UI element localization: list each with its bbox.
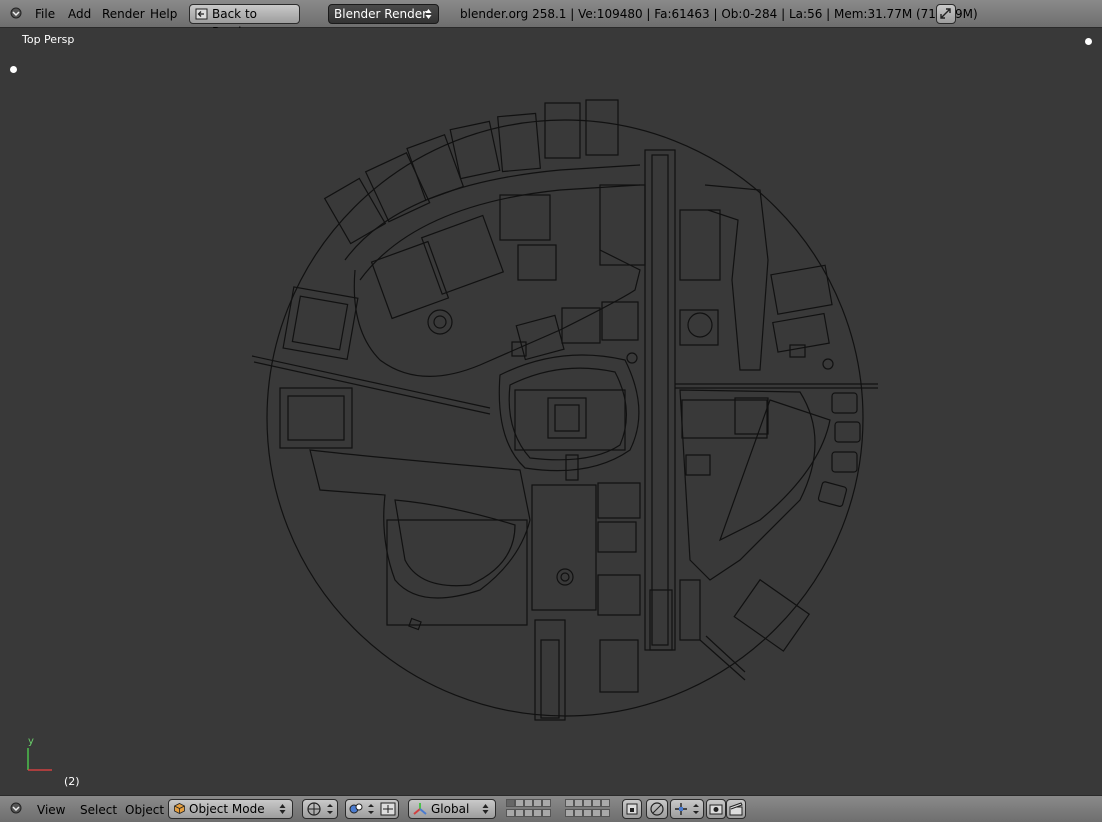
ring-buildings-top: [323, 99, 619, 245]
axis-y-label: y: [28, 736, 34, 747]
menu-view[interactable]: View: [37, 803, 65, 817]
render-engine-select[interactable]: Blender Render: [328, 4, 439, 24]
interaction-mode-label: Object Mode: [189, 802, 265, 816]
layer-cell[interactable]: [506, 809, 515, 817]
layer-cell[interactable]: [574, 809, 583, 817]
layer-cell[interactable]: [533, 799, 542, 807]
render-animation-button[interactable]: [726, 799, 746, 819]
camera-icon: [709, 804, 723, 815]
layer-cell[interactable]: [524, 799, 533, 807]
menu-select[interactable]: Select: [80, 803, 117, 817]
scene-layers-group-2[interactable]: [565, 799, 615, 819]
transform-orientation-select[interactable]: Global: [408, 799, 496, 819]
menu-file[interactable]: File: [35, 7, 55, 21]
updown-arrows-icon: [279, 804, 286, 814]
render-engine-label: Blender Render: [334, 7, 428, 21]
lock-layers-button[interactable]: [622, 799, 642, 819]
snap-element-select[interactable]: [670, 799, 704, 819]
layer-cell[interactable]: [542, 799, 551, 807]
pivot-icon: [349, 802, 396, 816]
menu-object[interactable]: Object: [125, 803, 164, 817]
layer-cell[interactable]: [506, 799, 515, 807]
clapperboard-icon: [729, 802, 743, 816]
viewport-shading-select[interactable]: [302, 799, 338, 819]
menu-add[interactable]: Add: [68, 7, 91, 21]
back-to-previous-button[interactable]: Back to Previous: [189, 4, 300, 39]
info-header: File Add Render Help Back to Previous Bl…: [0, 0, 1102, 39]
layer-cell[interactable]: [533, 809, 542, 817]
layer-cell[interactable]: [592, 799, 601, 807]
layer-cell[interactable]: [592, 809, 601, 817]
fullscreen-button[interactable]: [936, 4, 956, 24]
updown-arrows-icon: [425, 9, 432, 19]
scene-stats: blender.org 258.1 | Ve:109480 | Fa:61463…: [460, 7, 978, 21]
interaction-mode-select[interactable]: Object Mode: [168, 799, 293, 819]
editor-type-icon[interactable]: [10, 802, 22, 814]
transform-axes-icon: [413, 803, 427, 815]
transform-orientation-label: Global: [431, 802, 470, 816]
layer-cell[interactable]: [542, 809, 551, 817]
layer-cell[interactable]: [601, 799, 610, 807]
frame-indicator: (2): [64, 775, 80, 788]
back-icon: [195, 8, 208, 20]
layer-cell[interactable]: [583, 809, 592, 817]
layer-cell[interactable]: [565, 809, 574, 817]
layer-cell[interactable]: [515, 809, 524, 817]
menu-help[interactable]: Help: [150, 7, 177, 21]
fullscreen-icon: [940, 8, 951, 19]
3d-viewport[interactable]: Top Persp y (2): [0, 28, 1102, 795]
pivot-manipulator-select[interactable]: [345, 799, 399, 819]
shading-icon: [307, 802, 333, 816]
proportional-edit-icon: [650, 802, 664, 816]
layer-cell[interactable]: [574, 799, 583, 807]
render-still-button[interactable]: [706, 799, 726, 819]
layer-cell[interactable]: [583, 799, 592, 807]
3d-view-header: View Select Object Object Mode Global: [0, 795, 1102, 822]
snap-icon: [675, 803, 699, 815]
layer-cell[interactable]: [515, 799, 524, 807]
layer-cell[interactable]: [565, 799, 574, 807]
layers-lock-icon: [626, 803, 638, 815]
editor-type-icon[interactable]: [10, 7, 22, 19]
menu-render[interactable]: Render: [102, 7, 145, 21]
layer-cell[interactable]: [524, 809, 533, 817]
updown-arrows-icon: [482, 804, 489, 814]
proportional-edit-button[interactable]: [646, 799, 668, 819]
object-mode-icon: [174, 803, 185, 814]
scene-layers-group-1[interactable]: [506, 799, 556, 819]
wireframe-scene: [27, 99, 878, 771]
layer-cell[interactable]: [601, 809, 610, 817]
